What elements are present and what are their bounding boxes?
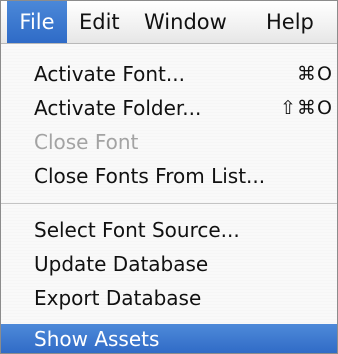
menu-item-label: Update Database [34, 252, 209, 276]
menu-separator [1, 203, 337, 204]
menu-item-show-assets[interactable]: Show Assets [1, 324, 337, 353]
menu-item-label: Activate Folder... [34, 96, 202, 120]
menu-item-activate-folder[interactable]: Activate Folder... ⇧⌘O [1, 91, 337, 125]
menu-item-label: Select Font Source... [34, 218, 240, 242]
menu-item-close-font: Close Font [1, 125, 337, 159]
menubar-help[interactable]: Help [266, 1, 314, 43]
menubar-edit[interactable]: Edit [79, 1, 120, 43]
menu-item-label: Export Database [34, 286, 202, 310]
menu-item-export-database[interactable]: Export Database [1, 281, 337, 315]
menu-item-close-fonts-from-list[interactable]: Close Fonts From List... [1, 159, 337, 193]
menubar-file[interactable]: File [7, 1, 67, 43]
menu-item-activate-font[interactable]: Activate Font... ⌘O [1, 57, 337, 91]
menu-item-shortcut: ⌘O [297, 63, 333, 85]
menu-item-shortcut: ⇧⌘O [280, 97, 333, 119]
menu-item-select-font-source[interactable]: Select Font Source... [1, 213, 337, 247]
menu-window: File Edit Window Help Activate Font... ⌘… [0, 0, 338, 354]
menu-item-label: Close Fonts From List... [34, 164, 266, 188]
menu-item-update-database[interactable]: Update Database [1, 247, 337, 281]
menu-item-label: Activate Font... [34, 62, 185, 86]
menubar-window[interactable]: Window [144, 1, 227, 43]
menu-item-label: Close Font [34, 130, 139, 154]
menu-bar: File Edit Window Help [1, 1, 337, 44]
menu-item-label: Show Assets [34, 327, 160, 351]
